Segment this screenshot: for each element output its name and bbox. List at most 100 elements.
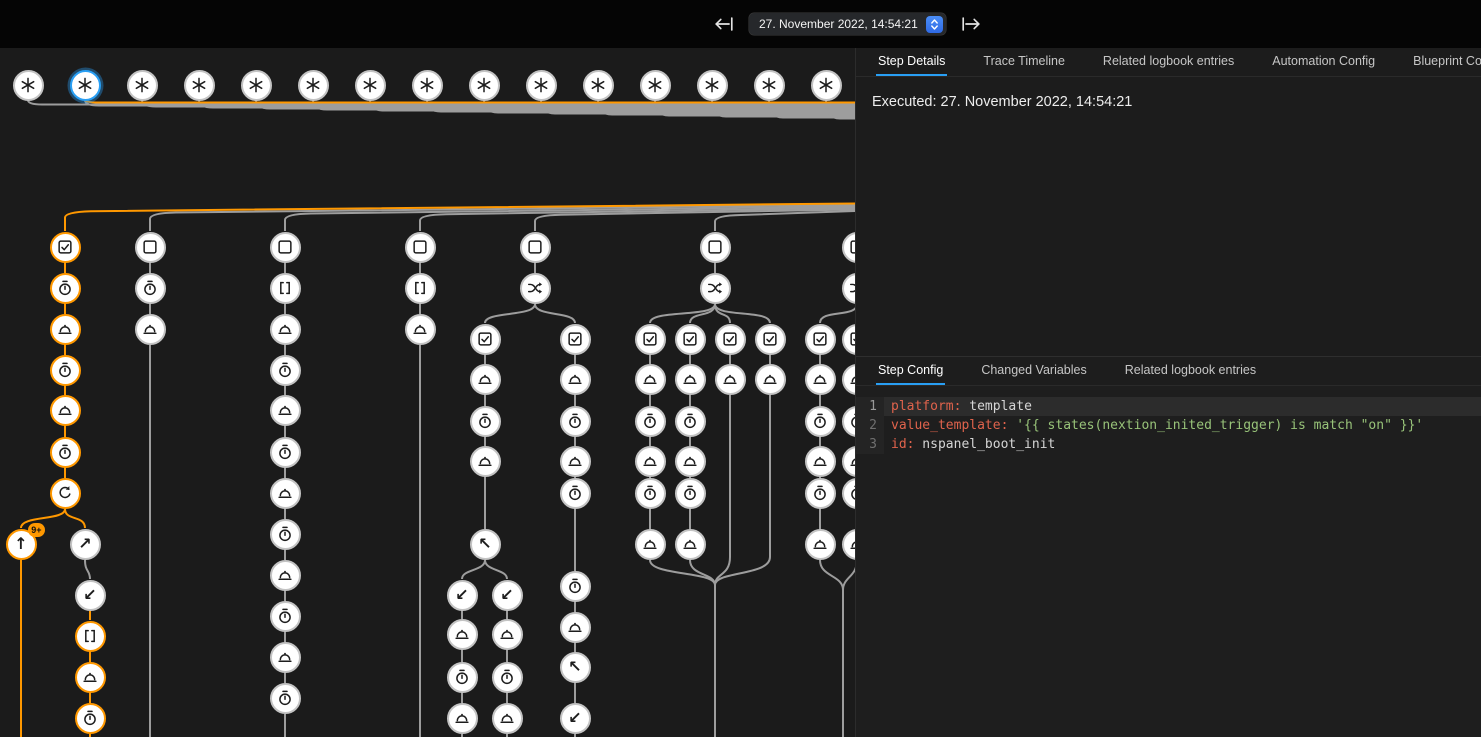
- tab-changed-variables[interactable]: Changed Variables: [979, 357, 1088, 385]
- node-asterisk[interactable]: [583, 70, 614, 101]
- node-timer[interactable]: [805, 478, 836, 509]
- stepper-icon[interactable]: [926, 16, 943, 33]
- node-arrow-up-right[interactable]: ↗: [70, 529, 101, 560]
- node-arrow-up-left[interactable]: ↖: [470, 529, 501, 560]
- node-tray[interactable]: [675, 446, 706, 477]
- node-tray[interactable]: [635, 529, 666, 560]
- node-condition[interactable]: [470, 324, 501, 355]
- node-tray[interactable]: [715, 364, 746, 395]
- node-timer[interactable]: [447, 662, 478, 693]
- node-tray[interactable]: [50, 314, 81, 345]
- node-tray[interactable]: [135, 314, 166, 345]
- node-tray[interactable]: [635, 364, 666, 395]
- previous-run-button[interactable]: [712, 12, 736, 36]
- node-timer[interactable]: [270, 437, 301, 468]
- next-run-button[interactable]: [959, 12, 983, 36]
- node-timer[interactable]: [75, 703, 106, 734]
- node-tray[interactable]: [75, 662, 106, 693]
- node-tray[interactable]: [270, 314, 301, 345]
- node-arrow-down-left[interactable]: ↙: [75, 580, 106, 611]
- node-timer[interactable]: [270, 355, 301, 386]
- node-asterisk[interactable]: [127, 70, 158, 101]
- node-square[interactable]: [842, 232, 856, 263]
- node-timer[interactable]: [50, 437, 81, 468]
- node-tray[interactable]: [447, 703, 478, 734]
- node-timer[interactable]: [805, 406, 836, 437]
- tab-step-details[interactable]: Step Details: [876, 48, 947, 76]
- node-asterisk[interactable]: [298, 70, 329, 101]
- node-asterisk[interactable]: [811, 70, 842, 101]
- node-timer[interactable]: [270, 601, 301, 632]
- node-tray[interactable]: [470, 364, 501, 395]
- node-asterisk[interactable]: [526, 70, 557, 101]
- node-tray[interactable]: [560, 612, 591, 643]
- node-asterisk[interactable]: [70, 70, 101, 101]
- node-condition[interactable]: [560, 324, 591, 355]
- node-tray[interactable]: [675, 529, 706, 560]
- node-asterisk[interactable]: [469, 70, 500, 101]
- node-tray[interactable]: [842, 364, 856, 395]
- node-arrow-down-left[interactable]: ↙: [560, 703, 591, 734]
- node-tray[interactable]: [447, 619, 478, 650]
- tab-related-logbook-entries-bottom[interactable]: Related logbook entries: [1123, 357, 1258, 385]
- node-tray[interactable]: [805, 364, 836, 395]
- node-square[interactable]: [405, 232, 436, 263]
- node-tray[interactable]: [270, 560, 301, 591]
- node-square[interactable]: [520, 232, 551, 263]
- node-tray[interactable]: [470, 446, 501, 477]
- node-timer[interactable]: [842, 406, 856, 437]
- yaml-editor[interactable]: 1 platform: template 2 value_template: '…: [856, 386, 1481, 737]
- node-timer[interactable]: [560, 406, 591, 437]
- node-timer[interactable]: [635, 478, 666, 509]
- node-brackets[interactable]: [270, 273, 301, 304]
- node-timer[interactable]: [492, 662, 523, 693]
- node-tray[interactable]: [842, 446, 856, 477]
- node-condition[interactable]: [805, 324, 836, 355]
- node-decision[interactable]: [520, 273, 551, 304]
- node-tray[interactable]: [560, 364, 591, 395]
- node-asterisk[interactable]: [640, 70, 671, 101]
- node-condition[interactable]: [675, 324, 706, 355]
- node-decision[interactable]: [700, 273, 731, 304]
- node-timer[interactable]: [635, 406, 666, 437]
- node-tray[interactable]: [755, 364, 786, 395]
- node-asterisk[interactable]: [13, 70, 44, 101]
- node-tray[interactable]: [805, 446, 836, 477]
- node-asterisk[interactable]: [241, 70, 272, 101]
- node-timer[interactable]: [842, 478, 856, 509]
- node-timer[interactable]: [270, 519, 301, 550]
- node-square[interactable]: [270, 232, 301, 263]
- node-tray[interactable]: [492, 619, 523, 650]
- node-timer[interactable]: [270, 683, 301, 714]
- node-condition[interactable]: [635, 324, 666, 355]
- node-asterisk[interactable]: [184, 70, 215, 101]
- node-asterisk[interactable]: [754, 70, 785, 101]
- tab-related-logbook-entries[interactable]: Related logbook entries: [1101, 48, 1236, 76]
- node-asterisk[interactable]: [412, 70, 443, 101]
- node-tray[interactable]: [492, 703, 523, 734]
- node-tray[interactable]: [270, 478, 301, 509]
- node-tray[interactable]: [635, 446, 666, 477]
- node-arrow-up[interactable]: ↑9+: [6, 529, 37, 560]
- node-tray[interactable]: [50, 395, 81, 426]
- node-arrow-up-left[interactable]: ↖: [560, 652, 591, 683]
- run-select[interactable]: 27. November 2022, 14:54:21: [749, 13, 946, 35]
- node-brackets[interactable]: [75, 621, 106, 652]
- node-arrow-down-left[interactable]: ↙: [447, 580, 478, 611]
- node-tray[interactable]: [270, 395, 301, 426]
- node-condition[interactable]: [715, 324, 746, 355]
- node-tray[interactable]: [842, 529, 856, 560]
- tab-blueprint-config[interactable]: Blueprint Config: [1411, 48, 1481, 76]
- node-timer[interactable]: [50, 273, 81, 304]
- node-timer[interactable]: [135, 273, 166, 304]
- node-condition[interactable]: [842, 324, 856, 355]
- trace-graph[interactable]: ↑9+ ↗ ↙ ↖ ↙ ↙ ↖ ↙: [0, 48, 855, 737]
- node-timer[interactable]: [560, 478, 591, 509]
- node-condition[interactable]: [755, 324, 786, 355]
- node-tray[interactable]: [560, 446, 591, 477]
- node-brackets[interactable]: [405, 273, 436, 304]
- node-timer[interactable]: [675, 478, 706, 509]
- node-tray[interactable]: [270, 642, 301, 673]
- node-square[interactable]: [135, 232, 166, 263]
- node-arrow-down-left[interactable]: ↙: [492, 580, 523, 611]
